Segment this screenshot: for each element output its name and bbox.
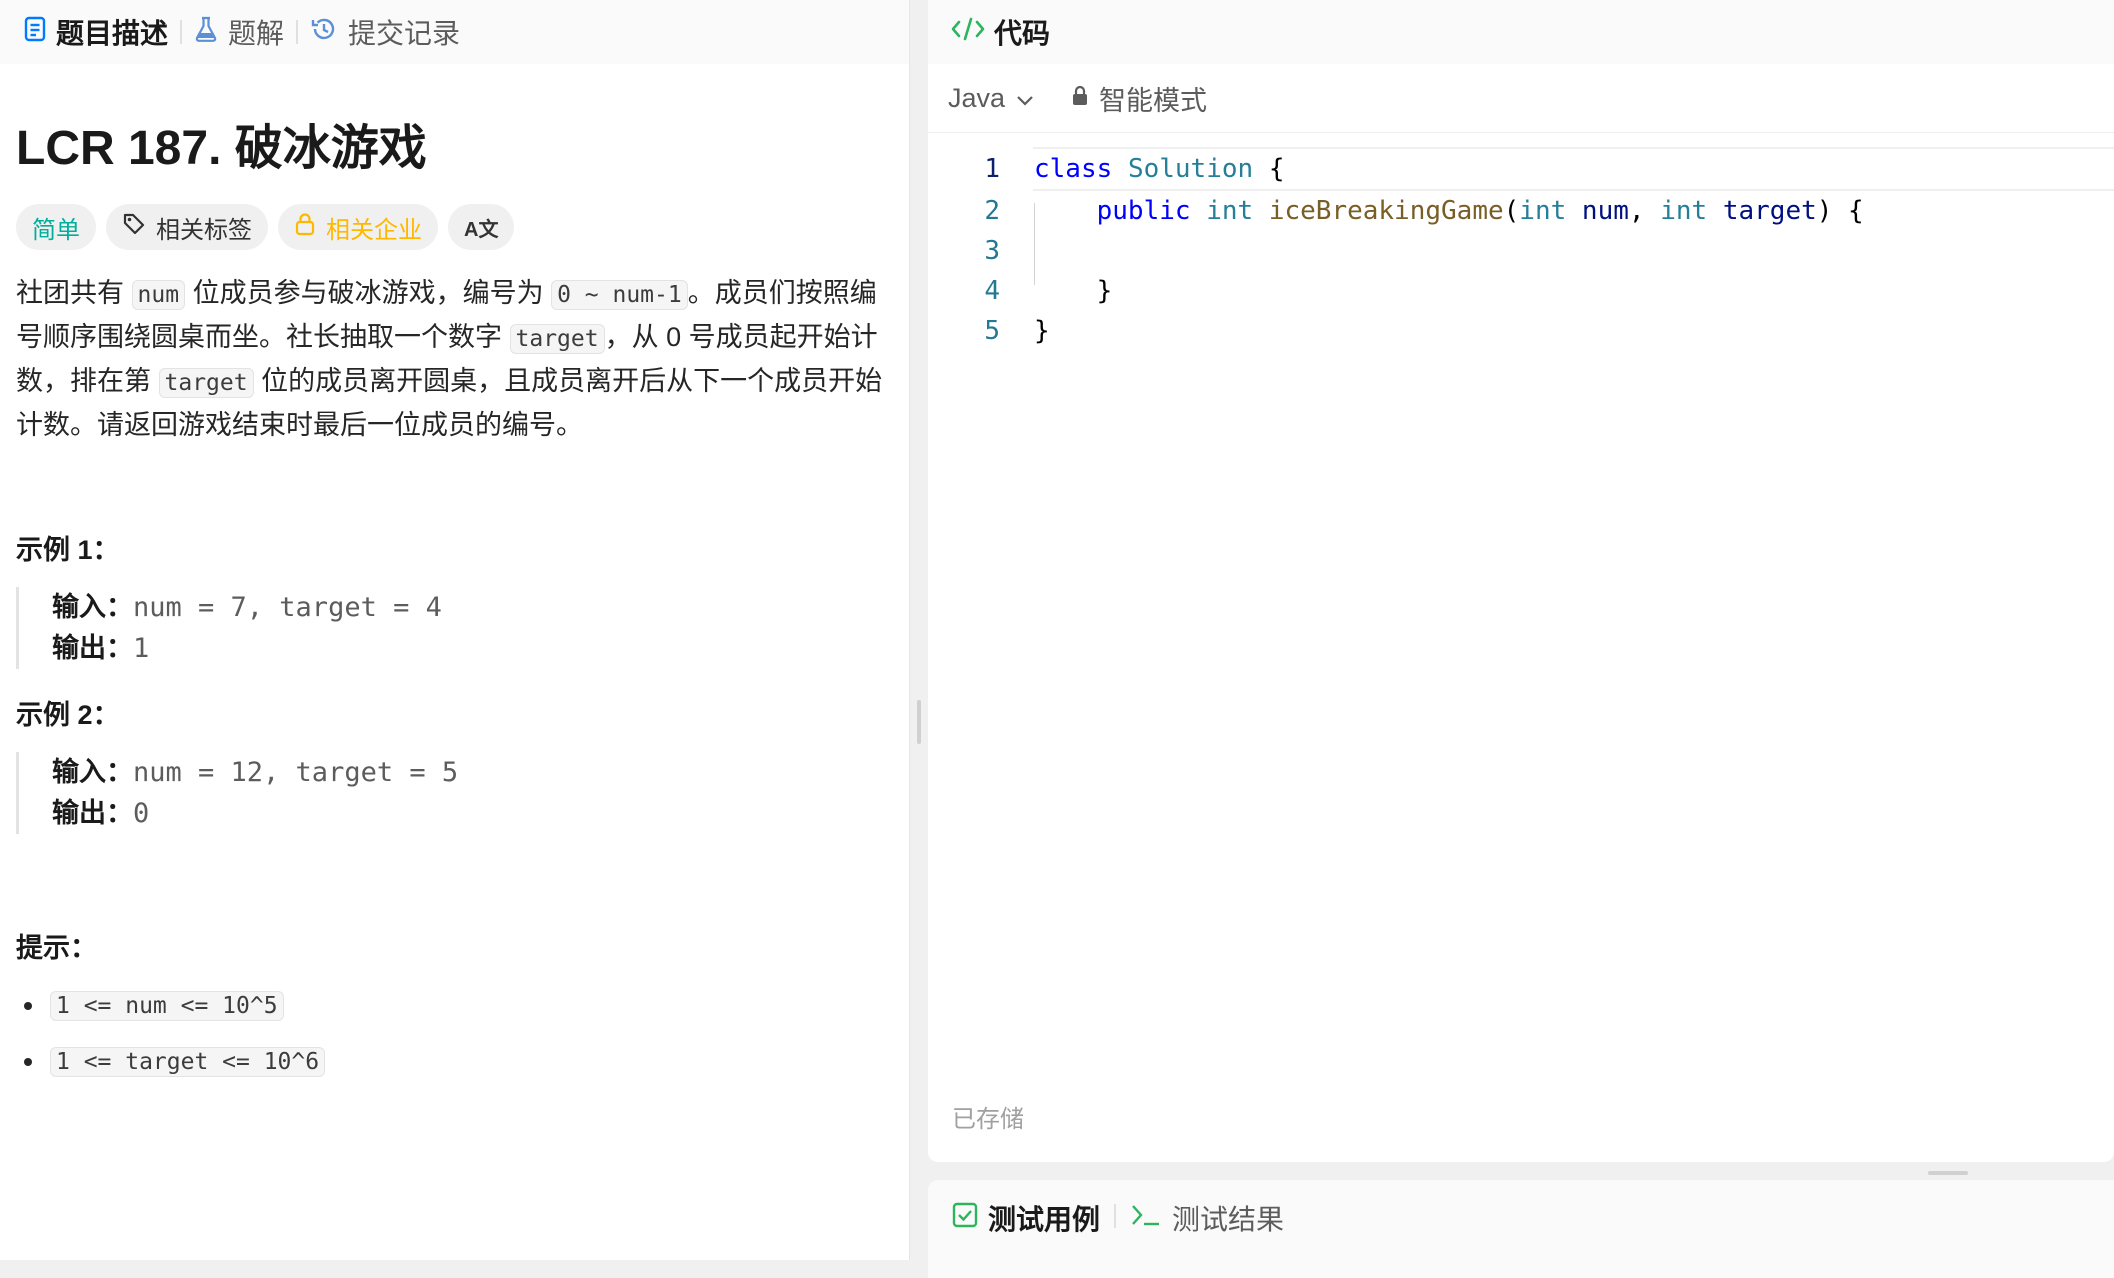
example-1: 示例 1： 输入：num = 7, target = 4 输出：1 [16, 528, 893, 669]
example-output: 0 [133, 798, 150, 829]
language-select[interactable]: Java [948, 83, 1035, 114]
inline-code: target [509, 324, 605, 354]
example-output-label: 输出： [52, 798, 133, 828]
hint-item: 1 <= target <= 10^6 [16, 1047, 893, 1077]
description-text: 社团共有 [16, 278, 132, 308]
code-line: 1 class Solution { [984, 147, 2114, 191]
code-toolbar: Java 智能模式 [928, 64, 2114, 133]
code-line: 2 public int iceBreakingGame(int num, in… [928, 191, 2114, 231]
hints-title: 提示： [16, 933, 97, 963]
related-tags-label: 相关标签 [156, 216, 252, 244]
hint-item: 1 <= num <= 10^5 [16, 991, 893, 1021]
panel-resize-handle[interactable] [917, 700, 921, 744]
checkbox-icon [952, 1202, 978, 1235]
tab-testresult-label: 测试结果 [1172, 1204, 1285, 1235]
hint-code: 1 <= num <= 10^5 [50, 991, 284, 1021]
bullet [24, 1002, 32, 1010]
code-line: 4 } [928, 271, 2114, 311]
example-title: 示例 1： [16, 535, 120, 565]
tab-solutions-label: 题解 [228, 18, 285, 49]
tab-solutions[interactable]: 题解 [182, 0, 296, 64]
code-text: } [1034, 276, 1113, 306]
line-number: 1 [984, 154, 1000, 184]
tag-icon [122, 212, 146, 243]
example-input-label: 输入： [52, 592, 133, 622]
language-label: Java [948, 82, 1006, 113]
example-title: 示例 2： [16, 700, 120, 730]
panel-resize-handle[interactable] [1928, 1171, 1968, 1175]
example-2: 示例 2： 输入：num = 12, target = 5 输出：0 [16, 693, 893, 834]
tab-testcases-label: 测试用例 [988, 1204, 1101, 1235]
example-output-label: 输出： [52, 633, 133, 663]
smart-mode[interactable]: 智能模式 [1071, 79, 1207, 118]
line-number: 2 [984, 196, 1000, 226]
tag-row: 简单 相关标签 相关企业 A文 [16, 204, 893, 250]
example-block: 输入：num = 12, target = 5 输出：0 [16, 752, 893, 834]
tab-submissions[interactable]: 提交记录 [298, 0, 472, 64]
problem-description: 社团共有 num 位成员参与破冰游戏，编号为 0 ~ num-1 。成员们按照编号… [16, 272, 893, 446]
related-companies-label: 相关企业 [326, 216, 422, 244]
code-text: } [1034, 316, 1050, 346]
code-line: 3 [928, 231, 2114, 271]
problem-panel: 题目描述 题解 提交记录 LCR 187. 破冰游戏 简单 相关标签 相关企业 … [0, 0, 910, 1260]
code-panel-title: 代码 [994, 18, 1051, 49]
tab-testcases[interactable]: 测试用例 [952, 1198, 1100, 1238]
smart-mode-label: 智能模式 [1099, 85, 1208, 116]
code-line: 5 } [928, 311, 2114, 351]
inline-code: 0 ~ num-1 [551, 280, 688, 310]
hint-code: 1 <= target <= 10^6 [50, 1047, 326, 1077]
related-tags-button[interactable]: 相关标签 [106, 204, 268, 250]
code-editor[interactable]: 1 class Solution { 2 public int iceBreak… [928, 147, 2114, 351]
example-output: 1 [133, 633, 150, 664]
tab-submissions-label: 提交记录 [348, 18, 461, 49]
tab-description[interactable]: 题目描述 [12, 0, 180, 64]
code-panel: 代码 Java 智能模式 1 class Solution { 2 public… [928, 0, 2114, 1162]
inline-code: num [131, 280, 186, 310]
history-icon [310, 15, 338, 50]
code-icon [950, 15, 986, 50]
code-header: 代码 [928, 0, 2114, 64]
test-panel: 测试用例 测试结果 [928, 1180, 2114, 1278]
example-input: num = 7, target = 4 [133, 592, 442, 623]
related-companies-button[interactable]: 相关企业 [278, 204, 438, 250]
chevron-down-icon [1015, 83, 1035, 114]
flask-icon [194, 16, 218, 49]
problem-title: LCR 187. 破冰游戏 [16, 122, 427, 175]
document-icon [24, 16, 46, 49]
problem-content: LCR 187. 破冰游戏 简单 相关标签 相关企业 A文 社团共有 num 位… [0, 108, 909, 1077]
tab-testresult[interactable]: 测试结果 [1130, 1198, 1284, 1238]
problem-tabs: 题目描述 题解 提交记录 [0, 0, 909, 64]
code-text: public int iceBreakingGame(int num, int … [1096, 196, 1864, 226]
code-text: class Solution { [1034, 154, 1285, 184]
line-number: 5 [984, 316, 1000, 346]
translate-button[interactable]: A文 [448, 204, 515, 250]
tab-divider [1114, 1204, 1117, 1228]
terminal-icon [1130, 1202, 1162, 1235]
translate-icon: A文 [464, 218, 499, 241]
difficulty-badge[interactable]: 简单 [16, 204, 96, 250]
line-number: 4 [984, 276, 1000, 306]
example-input: num = 12, target = 5 [133, 757, 459, 788]
inline-code: target [158, 368, 254, 398]
lock-icon [294, 212, 316, 243]
difficulty-label: 简单 [32, 216, 80, 244]
tab-description-label: 题目描述 [56, 18, 169, 49]
line-number: 3 [984, 236, 1000, 266]
example-input-label: 输入： [52, 757, 133, 787]
description-text: 位成员参与破冰游戏，编号为 [185, 278, 552, 308]
saved-status: 已存储 [952, 1106, 1024, 1133]
bullet [24, 1058, 32, 1066]
example-block: 输入：num = 7, target = 4 输出：1 [16, 587, 893, 669]
lock-icon [1071, 83, 1089, 114]
